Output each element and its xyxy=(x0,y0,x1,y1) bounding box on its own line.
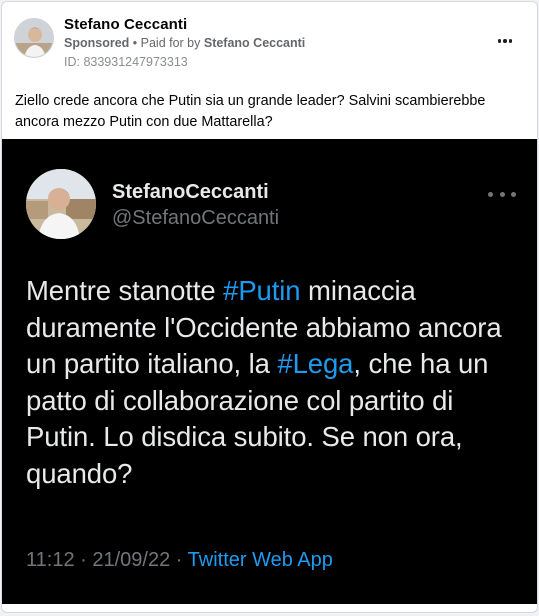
tweet-screenshot[interactable]: StefanoCeccanti @StefanoCeccanti Mentre … xyxy=(2,139,537,604)
tweet-time: 11:12 xyxy=(26,549,75,571)
hashtag-lega: #Lega xyxy=(277,348,354,379)
ad-id: ID: 833931247973313 xyxy=(64,55,188,69)
author-avatar[interactable] xyxy=(14,18,54,58)
post-header: Stefano Ceccanti Sponsored • Paid for by… xyxy=(2,2,537,82)
more-horizontal-icon xyxy=(497,39,502,43)
author-name[interactable]: Stefano Ceccanti xyxy=(64,16,187,33)
sponsored-post-card: Stefano Ceccanti Sponsored • Paid for by… xyxy=(1,1,538,613)
paid-for-name[interactable]: Stefano Ceccanti xyxy=(204,36,305,50)
more-options-button[interactable] xyxy=(493,33,517,49)
tweet-handle[interactable]: @StefanoCeccanti xyxy=(112,207,279,230)
meta-separator: • xyxy=(129,36,141,50)
author-photo xyxy=(15,19,53,57)
tweet-more-icon xyxy=(488,191,516,197)
tweet-text: Mentre stanotte #Putin minaccia durament… xyxy=(26,273,526,492)
tweet-source-app: Twitter Web App xyxy=(187,549,333,571)
more-horizontal-icon-dot xyxy=(508,39,513,43)
tweet-display-name[interactable]: StefanoCeccanti xyxy=(112,181,269,204)
sponsored-meta: Sponsored • Paid for by Stefano Ceccanti xyxy=(64,36,305,50)
footer-separator: · xyxy=(74,549,93,571)
tweet-text-part: Mentre stanotte xyxy=(26,275,224,306)
tweet-footer: 11:12 · 21/09/22 · Twitter Web App xyxy=(26,549,333,572)
tweet-more-dot xyxy=(488,191,493,197)
footer-separator: · xyxy=(170,549,188,571)
sponsored-label[interactable]: Sponsored xyxy=(64,36,129,50)
tweet-avatar xyxy=(26,169,96,239)
tweet-more-dot xyxy=(511,191,516,197)
tweet-more-dot xyxy=(499,191,505,197)
tweet-date: 21/09/22 xyxy=(92,549,171,571)
post-message: Ziello crede ancora che Putin sia un gra… xyxy=(15,93,486,130)
tweet-author-photo xyxy=(26,169,96,239)
more-horizontal-icon-dot xyxy=(503,39,507,43)
hashtag-putin: #Putin xyxy=(223,275,301,306)
paid-for-prefix: Paid for by xyxy=(140,36,204,50)
